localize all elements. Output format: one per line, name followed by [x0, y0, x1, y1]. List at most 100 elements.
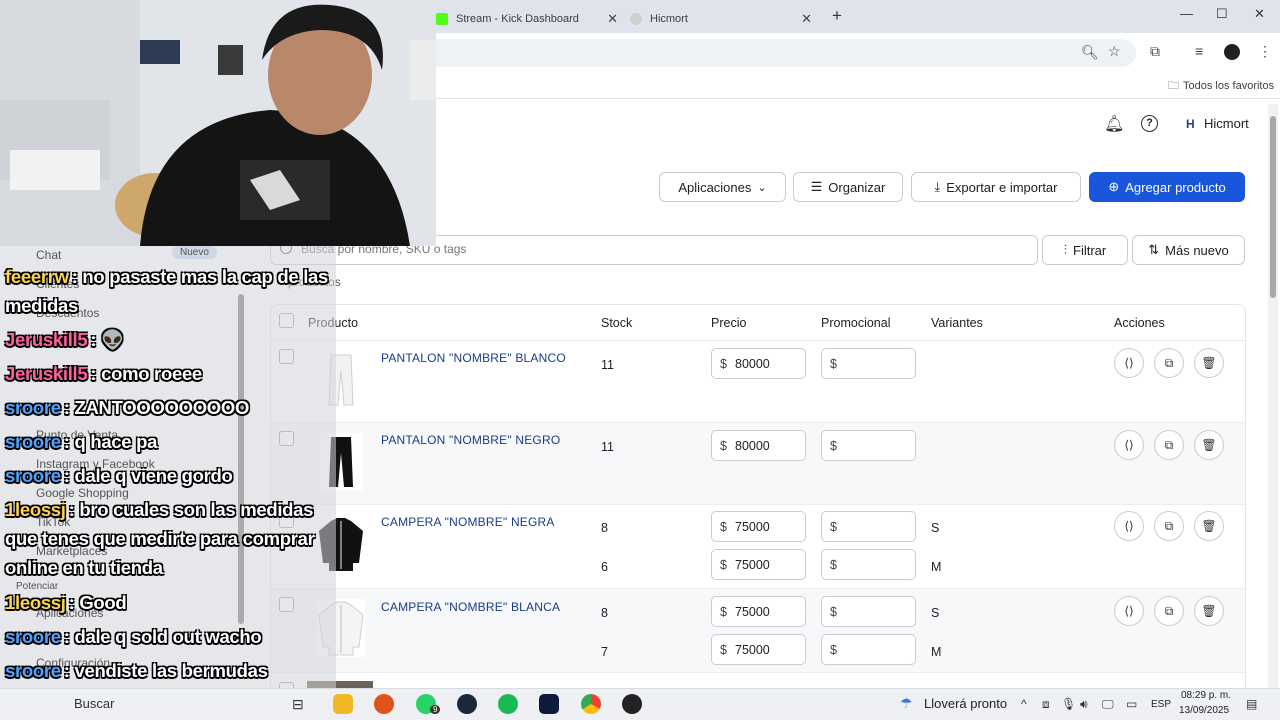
weather-widget[interactable]: Lloverá pronto: [924, 696, 1007, 711]
price-input[interactable]: $75000: [711, 511, 806, 542]
filter-button[interactable]: ⫶ Filtrar: [1042, 235, 1128, 265]
language-indicator[interactable]: ESP: [1151, 699, 1171, 710]
stock-value: 11: [601, 440, 614, 454]
stock-value: 8: [601, 521, 608, 535]
zoom-icon[interactable]: 🔍︎: [1081, 44, 1099, 61]
promo-price-input[interactable]: $: [821, 549, 916, 580]
table-row[interactable]: PANTALON "NOMBRE" BLANCO 11 $80000 $ ⟨⟩ …: [271, 340, 1245, 422]
close-tab-icon[interactable]: ✕: [607, 11, 618, 27]
stock-value: 6: [601, 560, 608, 574]
promo-price-input[interactable]: $: [821, 430, 916, 461]
extensions-icon[interactable]: ⧉: [1150, 43, 1160, 60]
file-explorer-icon[interactable]: [333, 694, 353, 714]
battery-icon[interactable]: ▭: [1126, 697, 1137, 711]
profile-avatar[interactable]: [1224, 44, 1240, 60]
share-icon[interactable]: ⟨⟩: [1114, 596, 1144, 626]
price-input[interactable]: $80000: [711, 430, 806, 461]
maximize-icon[interactable]: ☐: [1216, 6, 1228, 22]
tab-kick-dashboard[interactable]: Stream - Kick Dashboard ✕: [436, 4, 626, 33]
tab-hicmort[interactable]: Hicmort ✕: [630, 4, 820, 33]
taskbar-search[interactable]: Buscar: [74, 696, 114, 711]
trash-icon[interactable]: 🗑︎: [1194, 430, 1224, 460]
new-tab-icon[interactable]: +: [832, 6, 842, 26]
sort-button[interactable]: ⇅ Más nuevo: [1132, 235, 1245, 265]
notifications-bell-icon[interactable]: 🔔︎: [1104, 114, 1124, 134]
chat-message: 1leossj: Good: [5, 592, 127, 613]
list-icon: ☰: [810, 179, 823, 194]
add-product-button[interactable]: ⊕ Agregar producto: [1089, 172, 1245, 202]
steam-icon[interactable]: [457, 694, 477, 714]
price-input[interactable]: $75000: [711, 596, 806, 627]
browser-menu-icon[interactable]: ⋮: [1258, 43, 1272, 60]
variant-size: M: [931, 645, 942, 659]
product-name-link[interactable]: CAMPERA "NOMBRE" BLANCA: [381, 600, 560, 614]
tray-chevron-up-icon[interactable]: ^: [1021, 697, 1027, 711]
spotify-icon[interactable]: [498, 694, 518, 714]
duplicate-icon[interactable]: ⧉: [1154, 348, 1184, 378]
chat-message: 1leossj: bro cuales son las medidas que …: [5, 499, 315, 578]
close-tab-icon[interactable]: ✕: [801, 11, 812, 27]
notifications-center-icon[interactable]: ▤: [1246, 697, 1257, 711]
promo-price-input[interactable]: $: [821, 634, 916, 665]
chrome-icon[interactable]: [581, 694, 601, 714]
clock-date[interactable]: 13/09/2025: [1179, 705, 1229, 716]
media-control-icon[interactable]: ≡: [1195, 43, 1203, 59]
minimize-icon[interactable]: —: [1180, 6, 1193, 21]
share-icon[interactable]: ⟨⟩: [1114, 348, 1144, 378]
firefox-icon[interactable]: [374, 694, 394, 714]
bookmark-star-icon[interactable]: ☆: [1108, 43, 1121, 60]
store-name[interactable]: Hicmort: [1204, 116, 1249, 131]
product-name-link[interactable]: CAMPERA "NOMBRE" NEGRA: [381, 515, 555, 529]
export-import-button[interactable]: ⤓ Exportar e importar: [911, 172, 1081, 202]
promo-price-input[interactable]: $: [821, 511, 916, 542]
tray-app-icon[interactable]: ⧈: [1042, 697, 1050, 712]
duplicate-icon[interactable]: ⧉: [1154, 511, 1184, 541]
tab-title: Stream - Kick Dashboard: [456, 12, 579, 25]
price-input[interactable]: $80000: [711, 348, 806, 379]
plus-circle-icon: ⊕: [1108, 179, 1120, 194]
network-icon[interactable]: 🖵: [1102, 697, 1114, 712]
store-avatar[interactable]: H: [1186, 117, 1195, 131]
help-icon[interactable]: ?: [1141, 115, 1158, 132]
duplicate-icon[interactable]: ⧉: [1154, 596, 1184, 626]
volume-icon[interactable]: 🔊︎: [1080, 697, 1088, 712]
obs-icon[interactable]: [622, 694, 642, 714]
table-row[interactable]: PANTALON "NOMBRE" NEGRO 11 $80000 $ ⟨⟩ ⧉…: [271, 422, 1245, 504]
all-bookmarks-folder[interactable]: 🗀 Todos los favoritos: [1168, 77, 1274, 96]
share-icon[interactable]: ⟨⟩: [1114, 511, 1144, 541]
new-badge: Nuevo: [172, 246, 217, 259]
sort-arrows-icon: ⇅: [1148, 242, 1160, 257]
products-table: Producto Stock Precio Promocional Varian…: [270, 304, 1246, 704]
trash-icon[interactable]: 🗑︎: [1194, 511, 1224, 541]
stock-value: 7: [601, 645, 608, 659]
chat-message: Jeruskill5: como roeee: [5, 363, 202, 384]
promo-price-input[interactable]: $: [821, 348, 916, 379]
url-bar[interactable]: [436, 39, 1136, 67]
price-input[interactable]: $75000: [711, 634, 806, 665]
clock-time[interactable]: 08:29 p. m.: [1181, 690, 1231, 701]
stock-value: 8: [601, 606, 608, 620]
table-row[interactable]: CAMPERA "NOMBRE" BLANCA 8 $75000 $ S 7 $…: [271, 588, 1245, 672]
variant-size: S: [931, 521, 940, 535]
column-header-stock: Stock: [601, 316, 633, 330]
scrollbar-thumb[interactable]: [1270, 116, 1276, 298]
organize-button[interactable]: ☰ Organizar: [793, 172, 903, 202]
product-name-link[interactable]: PANTALON "NOMBRE" NEGRO: [381, 433, 560, 447]
chat-message: sroore: q hace pa: [5, 431, 158, 452]
microphone-icon[interactable]: 🎙︎: [1061, 697, 1076, 711]
promo-price-input[interactable]: $: [821, 596, 916, 627]
duplicate-icon[interactable]: ⧉: [1154, 430, 1184, 460]
price-input[interactable]: $75000: [711, 549, 806, 580]
chevron-down-icon: ⌄: [757, 181, 767, 194]
page-scrollbar[interactable]: [1268, 104, 1278, 688]
applications-dropdown-button[interactable]: Aplicaciones ⌄: [659, 172, 786, 202]
trash-icon[interactable]: 🗑︎: [1194, 348, 1224, 378]
photoshop-icon[interactable]: [539, 694, 559, 714]
variant-size: S: [931, 606, 940, 620]
task-view-icon[interactable]: ⊟: [292, 696, 304, 713]
product-name-link[interactable]: PANTALON "NOMBRE" BLANCO: [381, 351, 566, 365]
close-window-icon[interactable]: ✕: [1254, 6, 1265, 22]
table-row[interactable]: CAMPERA "NOMBRE" NEGRA 8 $75000 $ S 6 $7…: [271, 504, 1245, 588]
trash-icon[interactable]: 🗑︎: [1194, 596, 1224, 626]
share-icon[interactable]: ⟨⟩: [1114, 430, 1144, 460]
